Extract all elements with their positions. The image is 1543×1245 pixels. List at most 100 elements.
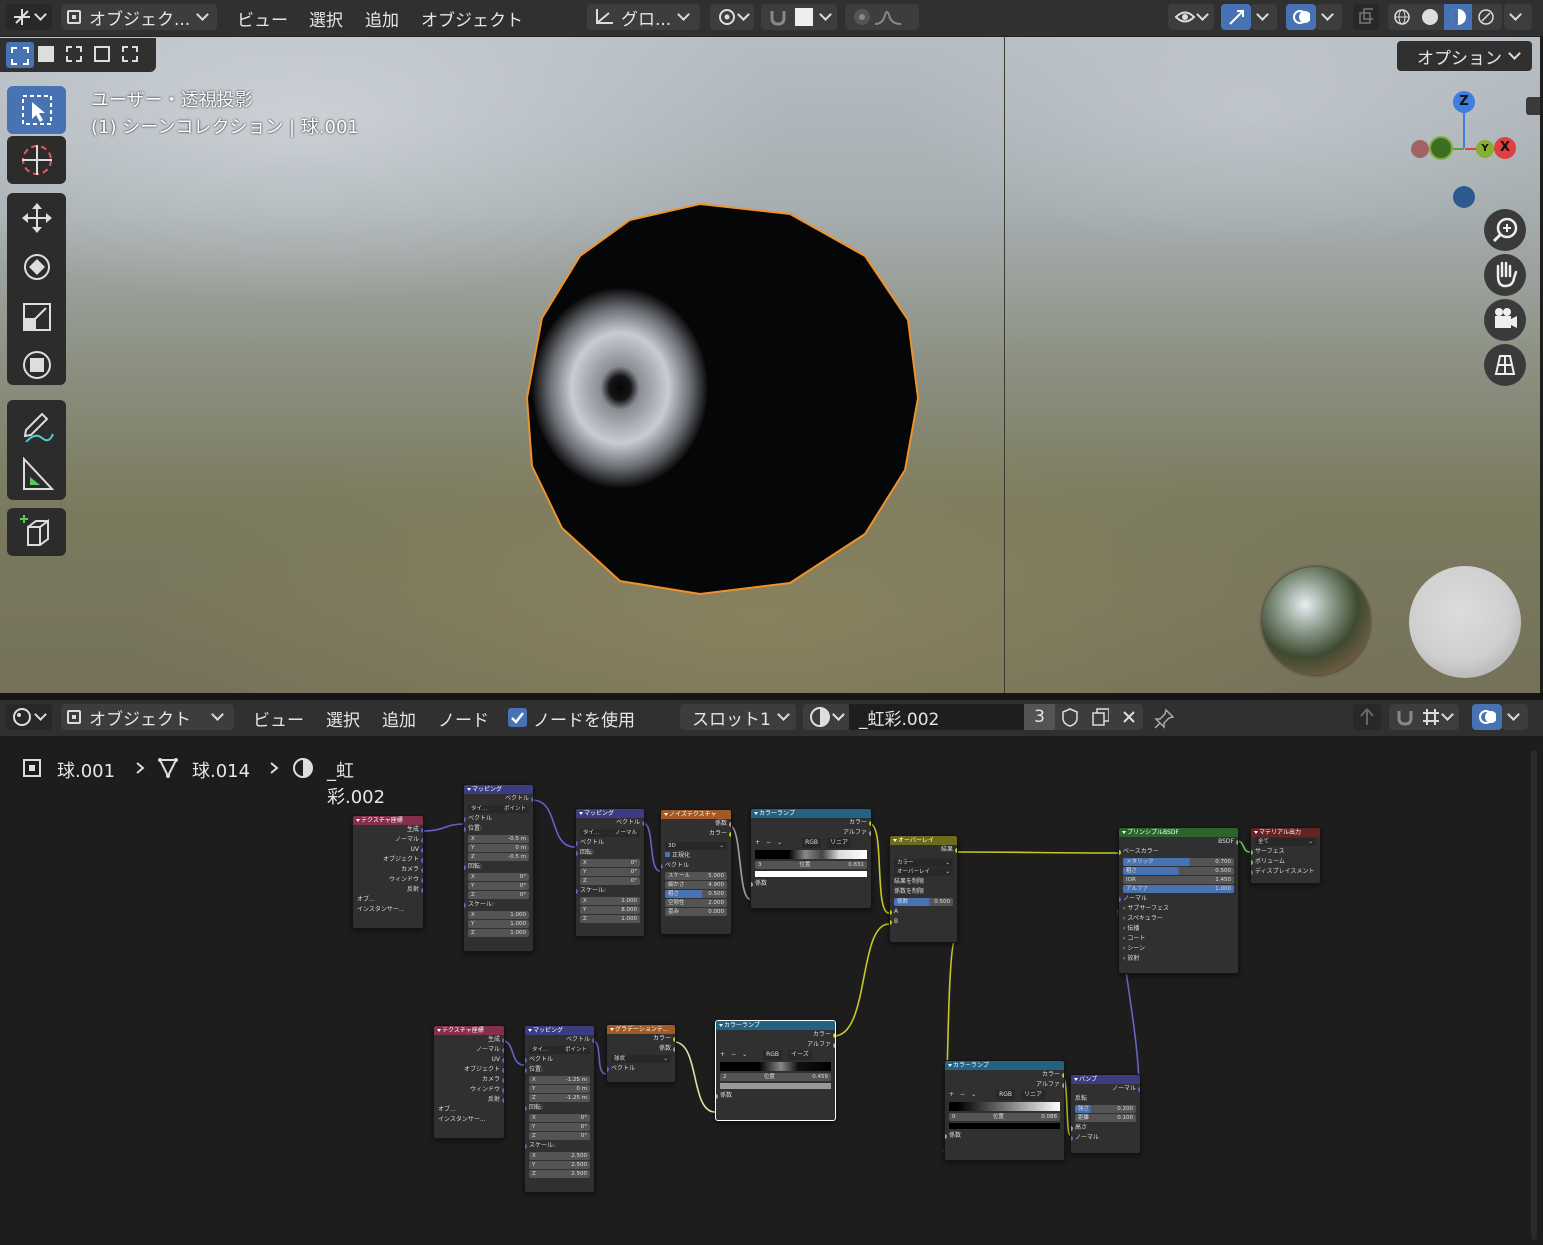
shading-dropdown[interactable] bbox=[1504, 4, 1532, 30]
tool-cursor[interactable] bbox=[7, 136, 66, 184]
menu-select[interactable]: 選択 bbox=[309, 6, 343, 31]
node-gradient-texture[interactable]: グラデーションテ... カラー 係数 球状 ⌄ ベクトル bbox=[606, 1024, 676, 1083]
socket-alpha-out[interactable]: アルファ bbox=[716, 1040, 835, 1050]
node-texture-coordinate-2[interactable]: テクスチャ座標 生成 ノーマル UV オブジェクト カメラ ウィンドウ 反射 オ… bbox=[433, 1025, 505, 1139]
ramp-menu-icon[interactable]: ⌄ bbox=[742, 1050, 747, 1060]
node-principled-bsdf[interactable]: プリンシプルBSDF BSDF ベースカラー メタリック 0.700 粗さ 0.50… bbox=[1118, 827, 1239, 974]
bump-strength[interactable]: 強さ 0.200 bbox=[1075, 1105, 1136, 1113]
scale-y[interactable]: Y 8.000 bbox=[580, 906, 640, 914]
ramp-menu-icon[interactable]: ⌄ bbox=[971, 1090, 976, 1100]
node-color-ramp-2[interactable]: カラーランプ カラー アルファ + − ⌄ RGB イーズ 2 位置 0.459 係数 bbox=[715, 1020, 836, 1121]
socket-normal[interactable]: ノーマル bbox=[353, 835, 423, 845]
gizmo-y-axis[interactable]: Y bbox=[1476, 140, 1494, 158]
gizmo-x-axis[interactable]: X bbox=[1494, 137, 1516, 159]
socket-generated[interactable]: 生成 bbox=[434, 1035, 504, 1045]
ramp-gradient[interactable] bbox=[949, 1102, 1060, 1111]
mapping-type-dropdown[interactable]: タイ... ポイント bbox=[529, 1046, 590, 1054]
gizmo-neg-y[interactable] bbox=[1429, 136, 1453, 160]
socket-reflection[interactable]: 反射 bbox=[434, 1095, 504, 1105]
rot-x[interactable]: X 0° bbox=[529, 1114, 590, 1122]
tool-add-cube[interactable] bbox=[7, 508, 66, 556]
material-shading-button[interactable] bbox=[1444, 4, 1472, 30]
scale-z[interactable]: Z 1.000 bbox=[468, 929, 529, 937]
noise-detail[interactable]: 細かさ 4.900 bbox=[665, 881, 727, 889]
falloff-curve-icon[interactable] bbox=[873, 7, 903, 27]
rot-z[interactable]: Z 0° bbox=[468, 891, 529, 899]
browse-material-button[interactable] bbox=[803, 704, 849, 730]
noise-roughness[interactable]: 粗さ 0.500 bbox=[665, 890, 727, 898]
unlink-material-button[interactable] bbox=[1115, 704, 1143, 730]
proportional-edit-icon[interactable] bbox=[851, 7, 873, 27]
loc-x[interactable]: X -1.25 m bbox=[529, 1076, 590, 1084]
pivot-point-dropdown[interactable] bbox=[710, 4, 754, 30]
socket-displacement[interactable]: ディスプレイスメント bbox=[1251, 867, 1320, 877]
shader-type-dropdown[interactable]: オブジェクト bbox=[61, 704, 234, 730]
socket-height-in[interactable]: 高さ bbox=[1071, 1123, 1140, 1133]
sidebar-toggle[interactable] bbox=[1526, 97, 1540, 115]
socket-vector-in[interactable]: ベクトル bbox=[576, 838, 644, 848]
socket-vector-in[interactable]: ベクトル bbox=[525, 1055, 594, 1065]
solid-shading-button[interactable] bbox=[1416, 4, 1444, 30]
ramp-stop-fields[interactable]: 2 位置 0.459 bbox=[720, 1073, 831, 1081]
noise-scale[interactable]: スケール 5.000 bbox=[665, 872, 727, 880]
gizmo-toggle[interactable] bbox=[1221, 4, 1251, 30]
node-mapping-3[interactable]: マッピング ベクトル タイ... ポイント ベクトル 位置: X -1.25 m Y… bbox=[524, 1025, 595, 1193]
dimension-dropdown[interactable]: 3D ⌄ bbox=[665, 842, 727, 850]
transform-icon[interactable] bbox=[20, 348, 54, 382]
socket-fac-out[interactable]: 係数 bbox=[607, 1044, 675, 1054]
ramp-stop-fields[interactable]: 0 位置 0.088 bbox=[949, 1113, 1060, 1121]
socket-generated[interactable]: 生成 bbox=[353, 825, 423, 835]
measure-ruler-icon[interactable] bbox=[20, 457, 54, 491]
mapping-type-dropdown[interactable]: タイ... ノーマル bbox=[580, 829, 640, 837]
node-material-output[interactable]: マテリアル出力 全て ⌄ サーフェス ボリューム ディスプレイスメント bbox=[1250, 827, 1321, 884]
rot-x[interactable]: X 0° bbox=[468, 873, 529, 881]
pin-icon[interactable] bbox=[1153, 708, 1175, 734]
socket-vector-in[interactable]: ベクトル bbox=[661, 861, 731, 871]
node-mapping-1[interactable]: マッピング ベクトル タイ... ポイント ベクトル 位置: X -0.5 m Y0… bbox=[463, 784, 534, 952]
loc-z[interactable]: Z -0.5 m bbox=[468, 853, 529, 861]
instancer-checkbox[interactable]: インスタンサー... bbox=[353, 905, 423, 915]
add-stop-button[interactable]: + bbox=[755, 838, 760, 848]
mapping-type-dropdown[interactable]: タイ... ポイント bbox=[468, 805, 529, 813]
scale-z[interactable]: Z 1.000 bbox=[580, 915, 640, 923]
socket-bsdf-out[interactable]: BSDF bbox=[1119, 837, 1238, 847]
metallic-field[interactable]: メタリック 0.700 bbox=[1123, 858, 1234, 866]
ior-field[interactable]: IOR 1.450 bbox=[1123, 876, 1234, 884]
socket-alpha-out[interactable]: アルファ bbox=[945, 1080, 1064, 1090]
socket-uv[interactable]: UV bbox=[353, 845, 423, 855]
editor-type-button[interactable] bbox=[6, 4, 52, 30]
panel-subsurface[interactable]: › サブサーフェス bbox=[1119, 904, 1238, 914]
add-stop-button[interactable]: + bbox=[720, 1050, 725, 1060]
socket-volume[interactable]: ボリューム bbox=[1251, 857, 1320, 867]
rotate-icon[interactable] bbox=[20, 250, 54, 284]
ne-menu-select[interactable]: 選択 bbox=[326, 706, 360, 731]
remove-stop-button[interactable]: − bbox=[766, 838, 771, 848]
panel-sheen[interactable]: › シーン bbox=[1119, 944, 1238, 954]
area-divider[interactable] bbox=[0, 693, 1543, 700]
rot-z[interactable]: Z 0° bbox=[580, 877, 640, 885]
socket-camera[interactable]: カメラ bbox=[353, 865, 423, 875]
rot-z[interactable]: Z 0° bbox=[529, 1132, 590, 1140]
user-count-button[interactable]: 3 bbox=[1024, 704, 1055, 730]
ne-menu-node[interactable]: ノード bbox=[438, 706, 489, 731]
socket-vector-out[interactable]: ベクトル bbox=[525, 1035, 594, 1045]
socket-object[interactable]: オブジェクト bbox=[353, 855, 423, 865]
bump-distance[interactable]: 距離 0.100 bbox=[1075, 1114, 1136, 1122]
socket-fac-out[interactable]: 係数 bbox=[661, 819, 731, 829]
slot-dropdown[interactable]: スロット1 bbox=[680, 704, 796, 730]
socket-normal-in[interactable]: ノーマル bbox=[1071, 1133, 1140, 1143]
rot-y[interactable]: Y 0° bbox=[529, 1123, 590, 1131]
color-mode-dropdown[interactable]: RGB bbox=[802, 838, 822, 848]
socket-fac-in[interactable]: 係数 bbox=[716, 1091, 835, 1101]
interaction-mode-dropdown[interactable]: オブジェク... bbox=[61, 4, 217, 30]
gradient-type-dropdown[interactable]: 球状 ⌄ bbox=[611, 1055, 671, 1063]
xray-toggle[interactable] bbox=[1353, 4, 1379, 30]
clamp-factor-checkbox[interactable]: 係数を制限 bbox=[890, 887, 957, 897]
ramp-menu-icon[interactable]: ⌄ bbox=[777, 838, 782, 848]
invert-checkbox[interactable]: 反転 bbox=[1071, 1094, 1140, 1104]
node-mix-overlay[interactable]: オーバーレイ 結果 カラー ⌄ オーバーレイ ⌄ 結果を制限 係数を制限 係数 0.5… bbox=[889, 835, 958, 943]
socket-surface[interactable]: サーフェス bbox=[1251, 847, 1320, 857]
gizmo-dropdown[interactable] bbox=[1251, 4, 1277, 30]
socket-color-out[interactable]: カラー bbox=[945, 1070, 1064, 1080]
socket-a-in[interactable]: A bbox=[890, 907, 957, 917]
